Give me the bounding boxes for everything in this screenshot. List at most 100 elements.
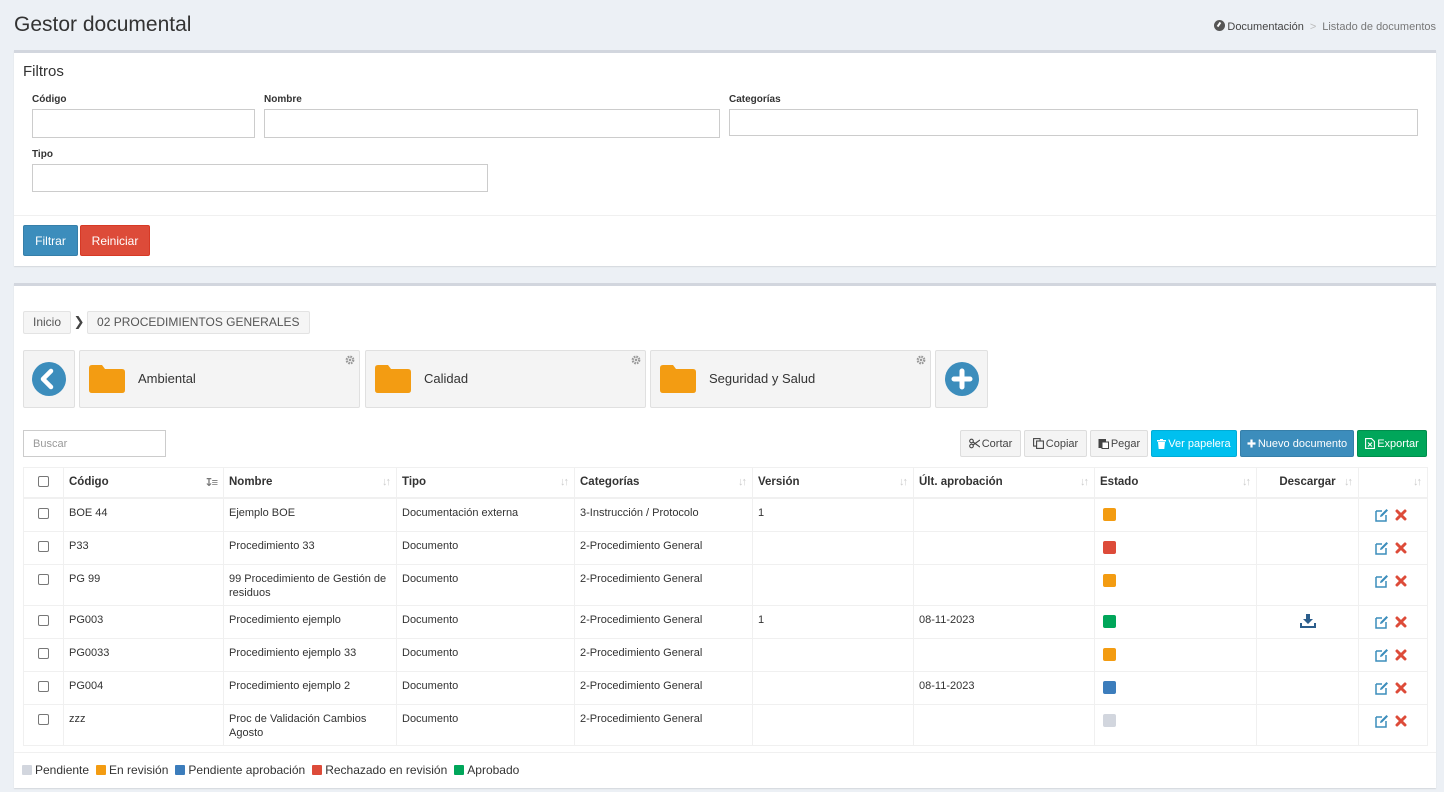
table-row[interactable]: PG003 Procedimiento ejemplo Documento 2-Pro… (23, 604, 1428, 639)
edit-icon[interactable] (1375, 508, 1389, 522)
legend-label: Pendiente (35, 763, 90, 777)
cell-version (752, 670, 914, 705)
select-all-header[interactable] (23, 467, 64, 499)
status-legend: Pendiente En revisión Pendiente aprobación… (22, 763, 519, 777)
table-row[interactable]: PG004 Procedimiento ejemplo 2 Documento 2-P… (23, 670, 1428, 705)
cell-nombre: Procedimiento 33 (223, 530, 397, 565)
filtrar-button[interactable]: Filtrar (23, 225, 78, 256)
row-checkbox[interactable] (38, 680, 49, 692)
folder-label: Seguridad y Salud (709, 371, 816, 386)
row-checkbox-cell (23, 530, 64, 565)
ver-papelera-button[interactable]: Ver papelera (1151, 430, 1237, 457)
search-input[interactable]: Buscar (23, 430, 166, 457)
folder-crumb-home[interactable]: Inicio (23, 310, 72, 334)
folder-tile-seguridad[interactable]: Seguridad y Salud (650, 350, 931, 408)
th-actions[interactable]: ↓↑ (1358, 467, 1428, 499)
table-row[interactable]: PG0033 Procedimiento ejemplo 33 Documento 2… (23, 637, 1428, 672)
th-categorias-label: Categorías (580, 476, 640, 489)
cell-tipo: Documento (396, 604, 575, 639)
row-checkbox[interactable] (38, 540, 49, 552)
cell-estado (1094, 670, 1257, 705)
th-codigo[interactable]: Código ↧≡ (63, 467, 224, 499)
cell-nombre: Ejemplo BOE (223, 497, 397, 532)
th-tipo-label: Tipo (402, 476, 427, 489)
breadcrumb: Documentación > Listado de documentos (1214, 20, 1436, 33)
th-estado[interactable]: Estado ↓↑ (1094, 467, 1257, 499)
edit-icon[interactable] (1375, 714, 1389, 728)
folder-tile-calidad[interactable]: Calidad (365, 350, 646, 408)
tipo-label: Tipo (32, 149, 53, 160)
cell-descargar (1256, 497, 1359, 532)
categorias-input[interactable] (729, 109, 1418, 136)
folder-tile-ambiental[interactable]: Ambiental (79, 350, 360, 408)
edit-icon[interactable] (1375, 615, 1389, 629)
delete-icon[interactable] (1394, 541, 1408, 555)
gear-icon[interactable] (916, 355, 926, 365)
cell-aprobacion (913, 563, 1095, 606)
codigo-label: Código (32, 94, 67, 105)
status-indicator (1103, 680, 1116, 694)
categorias-label: Categorías (729, 94, 781, 105)
cell-aprobacion (913, 530, 1095, 565)
row-checkbox[interactable] (38, 713, 49, 725)
back-tile[interactable] (23, 350, 75, 408)
delete-icon[interactable] (1394, 681, 1408, 695)
tipo-input[interactable] (32, 164, 488, 192)
th-categorias[interactable]: Categorías ↓↑ (574, 467, 753, 499)
th-tipo[interactable]: Tipo ↓↑ (396, 467, 575, 499)
delete-icon[interactable] (1394, 615, 1408, 629)
sort-icon: ↓↑ (1080, 476, 1089, 488)
download-icon[interactable] (1299, 613, 1316, 628)
add-folder-tile[interactable] (935, 350, 988, 408)
nuevo-documento-button[interactable]: Nuevo documento (1240, 430, 1354, 457)
delete-icon[interactable] (1394, 714, 1408, 728)
th-descargar[interactable]: Descargar ↓↑ (1256, 467, 1359, 499)
nombre-input[interactable] (264, 109, 720, 138)
cell-version: 1 (752, 604, 914, 639)
cell-tipo: Documento (396, 530, 575, 565)
copiar-button[interactable]: Copiar (1024, 430, 1087, 457)
trash-icon (1157, 438, 1167, 449)
cell-aprobacion (913, 497, 1095, 532)
table-row[interactable]: BOE 44 Ejemplo BOE Documentación externa 3-… (23, 497, 1428, 532)
gear-icon[interactable] (345, 355, 355, 365)
legend-item: Rechazado en revisión (312, 763, 447, 777)
delete-icon[interactable] (1394, 648, 1408, 662)
delete-icon[interactable] (1394, 574, 1408, 588)
row-checkbox[interactable] (38, 647, 49, 659)
row-checkbox-cell (23, 497, 64, 532)
gear-icon[interactable] (631, 355, 641, 365)
table-row[interactable]: PG 99 99 Procedimiento de Gestión de resi… (23, 563, 1428, 606)
folder-crumb-current[interactable]: 02 PROCEDIMIENTOS GENERALES (87, 310, 310, 334)
row-checkbox[interactable] (38, 614, 49, 626)
edit-icon[interactable] (1375, 681, 1389, 695)
legend-label: En revisión (109, 763, 169, 777)
status-indicator (1103, 573, 1116, 587)
cell-estado (1094, 497, 1257, 532)
exportar-button[interactable]: Exportar (1357, 430, 1427, 457)
breadcrumb-home[interactable]: Documentación (1214, 20, 1304, 33)
edit-icon[interactable] (1375, 541, 1389, 555)
th-aprobacion[interactable]: Últ. aprobación ↓↑ (913, 467, 1095, 499)
delete-icon[interactable] (1394, 508, 1408, 522)
th-version[interactable]: Versión ↓↑ (752, 467, 914, 499)
status-indicator (1103, 540, 1116, 554)
row-checkbox[interactable] (38, 573, 49, 585)
edit-icon[interactable] (1375, 648, 1389, 662)
row-checkbox-cell (23, 670, 64, 705)
edit-icon[interactable] (1375, 574, 1389, 588)
codigo-input[interactable] (32, 109, 255, 138)
table-header-row: Código ↧≡ Nombre ↓↑ Tipo ↓↑ Categorías ↓↑ Ve… (23, 467, 1428, 499)
legend-swatch (22, 765, 32, 775)
pegar-button[interactable]: Pegar (1090, 430, 1148, 457)
select-all-checkbox[interactable] (38, 476, 49, 488)
table-row[interactable]: zzz Proc de Validación Cambios Agosto Docu… (23, 703, 1428, 746)
th-nombre[interactable]: Nombre ↓↑ (223, 467, 397, 499)
scissors-icon (968, 438, 980, 449)
cell-categorias: 2-Procedimiento General (574, 563, 753, 606)
row-checkbox[interactable] (38, 507, 49, 519)
reiniciar-button[interactable]: Reiniciar (80, 225, 150, 256)
legend-swatch (454, 765, 465, 775)
cortar-button[interactable]: Cortar (960, 430, 1021, 457)
table-row[interactable]: P33 Procedimiento 33 Documento 2-Procedimie… (23, 530, 1428, 565)
